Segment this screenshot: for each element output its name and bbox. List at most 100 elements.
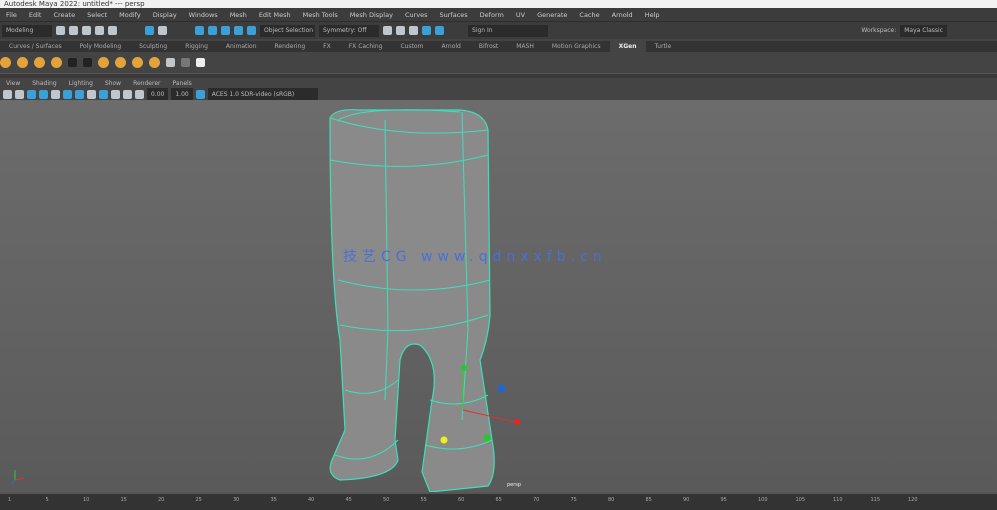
bookmarks-icon[interactable] bbox=[15, 89, 24, 99]
panel-menu-view[interactable]: View bbox=[0, 80, 26, 87]
preview-icon[interactable] bbox=[98, 57, 109, 68]
viewport-persp[interactable]: persp bbox=[0, 100, 997, 492]
menu-deform[interactable]: Deform bbox=[474, 11, 510, 19]
shelf-tab-animation[interactable]: Animation bbox=[217, 41, 266, 52]
hypershade-icon[interactable] bbox=[422, 26, 431, 35]
shadows-icon[interactable] bbox=[111, 89, 120, 99]
shelf-tab-sculpting[interactable]: Sculpting bbox=[130, 41, 176, 52]
toggle-primitives-icon[interactable] bbox=[83, 58, 92, 67]
shelf-tab-xgen[interactable]: XGen bbox=[609, 41, 646, 52]
timeline-tick: 10 bbox=[83, 497, 90, 503]
ipr-render-icon[interactable] bbox=[396, 26, 405, 35]
render-icon[interactable] bbox=[383, 26, 392, 35]
paint-icon[interactable] bbox=[149, 57, 160, 68]
timeline-tick: 110 bbox=[833, 497, 843, 503]
wireframe-icon[interactable] bbox=[63, 89, 72, 99]
panel-menu-panels[interactable]: Panels bbox=[166, 80, 197, 87]
undo-icon[interactable] bbox=[95, 26, 104, 35]
smooth-shade-icon[interactable] bbox=[75, 89, 84, 99]
layout-icon[interactable] bbox=[181, 58, 190, 67]
save-scene-icon[interactable] bbox=[82, 26, 91, 35]
sign-in-dropdown[interactable]: Sign In bbox=[468, 24, 548, 37]
menu-cache[interactable]: Cache bbox=[573, 11, 605, 19]
shelf-tab-turtle[interactable]: Turtle bbox=[646, 41, 681, 52]
select-by-component-icon[interactable] bbox=[158, 26, 167, 35]
menu-mesh-display[interactable]: Mesh Display bbox=[344, 11, 399, 19]
camera-attributes-icon[interactable] bbox=[3, 89, 12, 99]
menu-mesh-tools[interactable]: Mesh Tools bbox=[297, 11, 344, 19]
shelf-tab-custom[interactable]: Custom bbox=[391, 41, 432, 52]
menu-edit-mesh[interactable]: Edit Mesh bbox=[253, 11, 297, 19]
film-gate-icon[interactable] bbox=[39, 89, 48, 99]
xray-icon[interactable] bbox=[123, 89, 132, 99]
shelf-divider[interactable] bbox=[0, 73, 997, 78]
snap-view-icon[interactable] bbox=[234, 26, 243, 35]
exposure-field[interactable]: 0.00 bbox=[147, 88, 169, 100]
menu-curves[interactable]: Curves bbox=[399, 11, 434, 19]
menu-windows[interactable]: Windows bbox=[183, 11, 224, 19]
edit-icon[interactable] bbox=[196, 58, 205, 67]
shelf-tab-motion-graphics[interactable]: Motion Graphics bbox=[543, 41, 610, 52]
menu-display[interactable]: Display bbox=[147, 11, 183, 19]
menu-arnold[interactable]: Arnold bbox=[606, 11, 639, 19]
menu-create[interactable]: Create bbox=[47, 11, 81, 19]
color-management-icon[interactable] bbox=[195, 89, 205, 99]
shelf-tab-fx-caching[interactable]: FX Caching bbox=[340, 41, 392, 52]
menu-mesh[interactable]: Mesh bbox=[224, 11, 253, 19]
shelf-tab-fx[interactable]: FX bbox=[314, 41, 340, 52]
lights-icon[interactable] bbox=[99, 89, 108, 99]
create-description-icon[interactable] bbox=[17, 57, 28, 68]
menu-help[interactable]: Help bbox=[639, 11, 666, 19]
groom-tools-icon[interactable] bbox=[132, 57, 143, 68]
redo-icon[interactable] bbox=[108, 26, 117, 35]
snap-grid-icon[interactable] bbox=[195, 26, 204, 35]
menu-generate[interactable]: Generate bbox=[531, 11, 573, 19]
menu-uv[interactable]: UV bbox=[510, 11, 531, 19]
viewport-canvas[interactable] bbox=[0, 100, 997, 492]
symmetry-dropdown[interactable]: Symmetry: Off bbox=[319, 24, 379, 37]
cache-icon[interactable] bbox=[166, 58, 175, 67]
menu-edit[interactable]: Edit bbox=[23, 11, 48, 19]
snap-curve-icon[interactable] bbox=[208, 26, 217, 35]
resolution-gate-icon[interactable] bbox=[51, 89, 60, 99]
menu-file[interactable]: File bbox=[0, 11, 23, 19]
selection-field[interactable]: Object Selection bbox=[260, 24, 315, 37]
workspace-dropdown[interactable]: Maya Classic bbox=[900, 24, 947, 37]
panel-menu-shading[interactable]: Shading bbox=[26, 80, 62, 87]
render-settings-icon[interactable] bbox=[409, 26, 418, 35]
menu-surfaces[interactable]: Surfaces bbox=[434, 11, 474, 19]
panel-menu-lighting[interactable]: Lighting bbox=[63, 80, 99, 87]
shelf-tab-poly-modeling[interactable]: Poly Modeling bbox=[71, 41, 131, 52]
menu-select[interactable]: Select bbox=[81, 11, 113, 19]
place-guides-icon[interactable] bbox=[51, 57, 62, 68]
snap-surface-icon[interactable] bbox=[247, 26, 256, 35]
interactive-groom-icon[interactable] bbox=[115, 57, 126, 68]
menuset-dropdown[interactable]: Modeling bbox=[2, 24, 52, 37]
textured-icon[interactable] bbox=[87, 89, 96, 99]
pants-mesh[interactable] bbox=[329, 109, 495, 492]
snap-point-icon[interactable] bbox=[221, 26, 230, 35]
isolate-select-icon[interactable] bbox=[135, 89, 144, 99]
new-scene-icon[interactable] bbox=[56, 26, 65, 35]
xgen-editor-icon[interactable] bbox=[0, 57, 11, 68]
shelf-tab-mash[interactable]: MASH bbox=[507, 41, 543, 52]
shelf-tab-rigging[interactable]: Rigging bbox=[176, 41, 217, 52]
shelf-tab-rendering[interactable]: Rendering bbox=[266, 41, 315, 52]
color-space-dropdown[interactable]: ACES 1.0 SDR-video (sRGB) bbox=[207, 88, 318, 100]
render-view-icon[interactable] bbox=[435, 26, 444, 35]
timeline-tick: 80 bbox=[608, 497, 615, 503]
panel-menu-show[interactable]: Show bbox=[99, 80, 127, 87]
gamma-field[interactable]: 1.00 bbox=[171, 88, 193, 100]
select-by-object-icon[interactable] bbox=[145, 26, 154, 35]
time-slider[interactable]: 1 5 10 15 20 25 30 35 40 45 50 55 60 65 70 75 80 85 90 95 10… bbox=[0, 492, 997, 510]
panel-menu-renderer[interactable]: Renderer bbox=[127, 80, 166, 87]
grid-icon[interactable] bbox=[27, 89, 36, 99]
shelf-tab-arnold[interactable]: Arnold bbox=[432, 41, 469, 52]
shelf-tab-curves-surfaces[interactable]: Curves / Surfaces bbox=[0, 41, 71, 52]
timeline-tick: 100 bbox=[758, 497, 768, 503]
open-scene-icon[interactable] bbox=[69, 26, 78, 35]
import-collection-icon[interactable] bbox=[34, 57, 45, 68]
shelf-tab-bifrost[interactable]: Bifrost bbox=[470, 41, 507, 52]
menu-modify[interactable]: Modify bbox=[113, 11, 147, 19]
toggle-guides-icon[interactable] bbox=[68, 58, 77, 67]
